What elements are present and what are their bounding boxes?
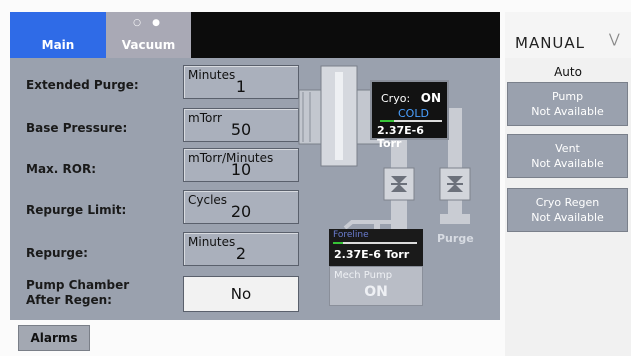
- cryo-regen-button-title: Cryo Regen: [535, 196, 600, 209]
- foreline-status-box[interactable]: Foreline 2.37E-6 Torr: [329, 229, 423, 266]
- vent-button-title: Vent: [555, 142, 580, 155]
- pump-button-title: Pump: [551, 90, 584, 103]
- cryo-pressure: 2.37E-6 Torr: [377, 124, 424, 150]
- foreline-label: Foreline: [333, 230, 369, 240]
- auto-label: Auto: [554, 65, 582, 79]
- auto-controls: Auto Pump Not Available Vent Not Availab…: [505, 58, 631, 356]
- purge-label: Purge: [437, 232, 474, 245]
- bottom-bar: Alarms: [10, 320, 500, 356]
- cryo-valve[interactable]: [383, 167, 415, 201]
- pump-button-status: Not Available: [531, 105, 604, 118]
- vent-button-status: Not Available: [531, 157, 604, 170]
- cryo-temp: COLD: [398, 107, 429, 120]
- mech-pump-box[interactable]: Mech Pump ON: [329, 266, 423, 306]
- foreline-pressure: 2.37E-6 Torr: [334, 248, 410, 261]
- mode-label: MANUAL: [515, 34, 586, 52]
- foreline-bar: [333, 242, 417, 244]
- cryo-regen-button-status: Not Available: [531, 211, 604, 224]
- chevron-down-double-icon: ⋁: [609, 32, 620, 47]
- cryo-state: ON: [420, 91, 441, 105]
- alarms-button[interactable]: Alarms: [18, 325, 90, 351]
- mode-selector[interactable]: MANUAL ⋁: [505, 12, 631, 58]
- right-column: MANUAL ⋁ Auto Pump Not Available Vent No…: [505, 12, 631, 356]
- cryo-status-box[interactable]: Cryo: ON COLD 2.37E-6 Torr: [370, 80, 449, 150]
- cryo-label: Cryo:: [381, 92, 411, 105]
- vent-button[interactable]: Vent Not Available: [507, 134, 628, 178]
- purge-valve[interactable]: [439, 167, 471, 201]
- cryo-temp-bar: [380, 120, 442, 122]
- cryo-temp-bar-fill: [380, 120, 394, 122]
- mech-pump-label: Mech Pump: [334, 270, 393, 281]
- cryo-regen-button[interactable]: Cryo Regen Not Available: [507, 188, 628, 232]
- screen: Main ○ ● Vacuum Extended Purge: Minutes …: [0, 0, 631, 356]
- foreline-bar-fill: [333, 242, 343, 244]
- mech-pump-state: ON: [364, 284, 388, 300]
- pump-button[interactable]: Pump Not Available: [507, 82, 628, 126]
